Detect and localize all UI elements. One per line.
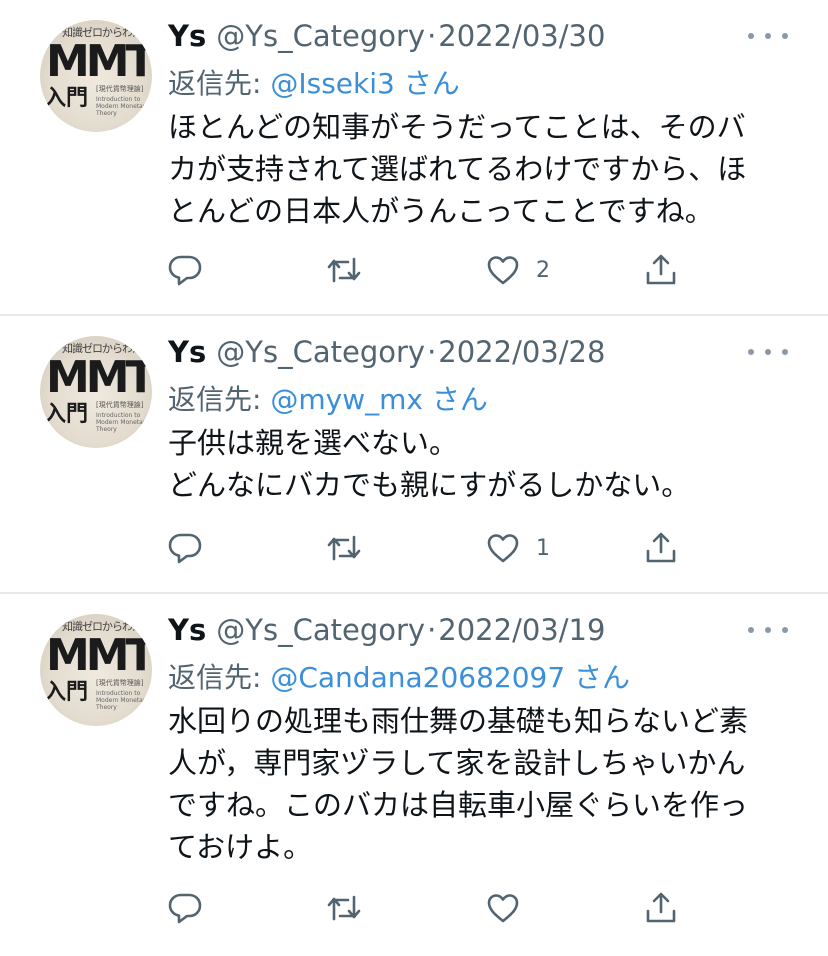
- reply-button[interactable]: [168, 888, 202, 928]
- tweet-text: 水回りの処理も雨仕舞の基礎も知らないど素 人が，専門家ヅラして家を設計しちゃいか…: [168, 700, 778, 868]
- reply-icon: [168, 893, 202, 924]
- tweet-header: Ys @Ys_Category · 2022/03/30: [168, 16, 788, 56]
- heart-icon: [487, 534, 519, 563]
- more-icon[interactable]: [748, 342, 788, 362]
- avatar-small-jp: [現代貨幣理論]: [96, 85, 144, 93]
- tweet-text-line: ですね。このバカは自転車小屋ぐらいを作っ: [168, 788, 749, 822]
- reply-to-suffix: さん: [565, 661, 631, 694]
- avatar-small-en: Introduction to Modern Monetary Theory: [96, 690, 149, 711]
- avatar-subtitle: 入門: [44, 680, 89, 705]
- avatar-subtitle: 入門: [44, 402, 89, 427]
- reply-to-line: 返信先: @Isseki3 さん: [168, 62, 788, 102]
- like-button[interactable]: 1: [486, 528, 550, 568]
- avatar-subtitle: 入門: [44, 86, 89, 111]
- reply-to-handle[interactable]: @Candana20682097: [270, 661, 565, 694]
- reply-button[interactable]: [168, 250, 202, 290]
- reply-to-suffix: さん: [422, 383, 488, 416]
- user-handle[interactable]: @Ys_Category: [216, 613, 425, 647]
- like-button[interactable]: 2: [486, 250, 550, 290]
- tweet-text-line: ほとんどの知事がそうだってことは、そのバ: [168, 110, 746, 144]
- tweet-text-line: とんどの日本人がうんこってことですね。: [168, 194, 714, 228]
- avatar-small-jp: [現代貨幣理論]: [96, 401, 144, 409]
- tweet[interactable]: 知識ゼロからわかる MMT 入門 [現代貨幣理論] Introduction t…: [0, 0, 828, 314]
- separator: ·: [427, 613, 437, 647]
- reply-to-line: 返信先: @Candana20682097 さん: [168, 656, 788, 696]
- share-icon: [646, 532, 676, 563]
- share-icon: [646, 254, 676, 285]
- user-handle[interactable]: @Ys_Category: [216, 335, 425, 369]
- tweet-actions: [168, 888, 688, 928]
- heart-icon: [487, 894, 519, 923]
- tweet-date[interactable]: 2022/03/28: [438, 335, 605, 369]
- retweet-button[interactable]: [326, 528, 362, 568]
- tweet-text-line: 子供は親を選べない。: [168, 426, 459, 460]
- tweet-text-line: どんなにバカでも親にすがるしかない。: [168, 468, 691, 502]
- tweet[interactable]: 知識ゼロからわかる MMT 入門 [現代貨幣理論] Introduction t…: [0, 594, 828, 956]
- retweet-icon: [327, 535, 361, 561]
- user-handle[interactable]: @Ys_Category: [216, 19, 425, 53]
- share-button[interactable]: [644, 888, 678, 928]
- tweet-date[interactable]: 2022/03/19: [438, 613, 605, 647]
- tweet-header: Ys @Ys_Category · 2022/03/28: [168, 332, 788, 372]
- retweet-icon: [327, 257, 361, 283]
- retweet-button[interactable]: [326, 888, 362, 928]
- tweet[interactable]: 知識ゼロからわかる MMT 入門 [現代貨幣理論] Introduction t…: [0, 316, 828, 592]
- like-count: 2: [536, 257, 550, 283]
- share-icon: [646, 892, 676, 923]
- tweet-text-line: 水回りの処理も雨仕舞の基礎も知らないど素: [168, 704, 749, 738]
- display-name[interactable]: Ys: [168, 335, 206, 369]
- reply-icon: [168, 255, 202, 286]
- separator: ·: [427, 335, 437, 369]
- tweet-text-line: カが支持されて選ばれてるわけですから、ほ: [168, 152, 747, 186]
- avatar[interactable]: 知識ゼロからわかる MMT 入門 [現代貨幣理論] Introduction t…: [40, 20, 152, 132]
- reply-to-handle[interactable]: @Isseki3: [270, 67, 394, 100]
- tweet-actions: 1: [168, 528, 688, 568]
- like-button[interactable]: [486, 888, 536, 928]
- reply-to-suffix: さん: [394, 67, 460, 100]
- reply-to-handle[interactable]: @myw_mx: [270, 383, 423, 416]
- share-button[interactable]: [644, 250, 678, 290]
- reply-to-label: 返信先:: [168, 383, 271, 416]
- avatar-small-jp: [現代貨幣理論]: [96, 679, 144, 687]
- avatar-small-en: Introduction to Modern Monetary Theory: [96, 412, 149, 433]
- reply-to-label: 返信先:: [168, 67, 271, 100]
- reply-button[interactable]: [168, 528, 202, 568]
- avatar[interactable]: 知識ゼロからわかる MMT 入門 [現代貨幣理論] Introduction t…: [40, 336, 152, 448]
- separator: ·: [427, 19, 437, 53]
- reply-icon: [168, 533, 202, 564]
- more-icon[interactable]: [748, 620, 788, 640]
- tweet-text-line: 人が，専門家ヅラして家を設計しちゃいかん: [168, 746, 746, 780]
- display-name[interactable]: Ys: [168, 19, 206, 53]
- display-name[interactable]: Ys: [168, 613, 206, 647]
- tweet-text: ほとんどの知事がそうだってことは、そのバ カが支持されて選ばれてるわけですから、…: [168, 106, 778, 232]
- tweet-text-line: ておけよ。: [168, 830, 313, 864]
- tweet-text: 子供は親を選べない。 どんなにバカでも親にすがるしかない。: [168, 422, 778, 506]
- like-count: 1: [536, 535, 550, 561]
- tweet-header: Ys @Ys_Category · 2022/03/19: [168, 610, 788, 650]
- retweet-button[interactable]: [326, 250, 362, 290]
- retweet-icon: [327, 895, 361, 921]
- avatar[interactable]: 知識ゼロからわかる MMT 入門 [現代貨幣理論] Introduction t…: [40, 614, 152, 726]
- heart-icon: [487, 256, 519, 285]
- avatar-small-en: Introduction to Modern Monetary Theory: [96, 96, 149, 117]
- reply-to-line: 返信先: @myw_mx さん: [168, 378, 788, 418]
- reply-to-label: 返信先:: [168, 661, 271, 694]
- more-icon[interactable]: [748, 26, 788, 46]
- tweet-actions: 2: [168, 250, 688, 290]
- tweet-date[interactable]: 2022/03/30: [438, 19, 605, 53]
- share-button[interactable]: [644, 528, 678, 568]
- timeline: 知識ゼロからわかる MMT 入門 [現代貨幣理論] Introduction t…: [0, 0, 828, 956]
